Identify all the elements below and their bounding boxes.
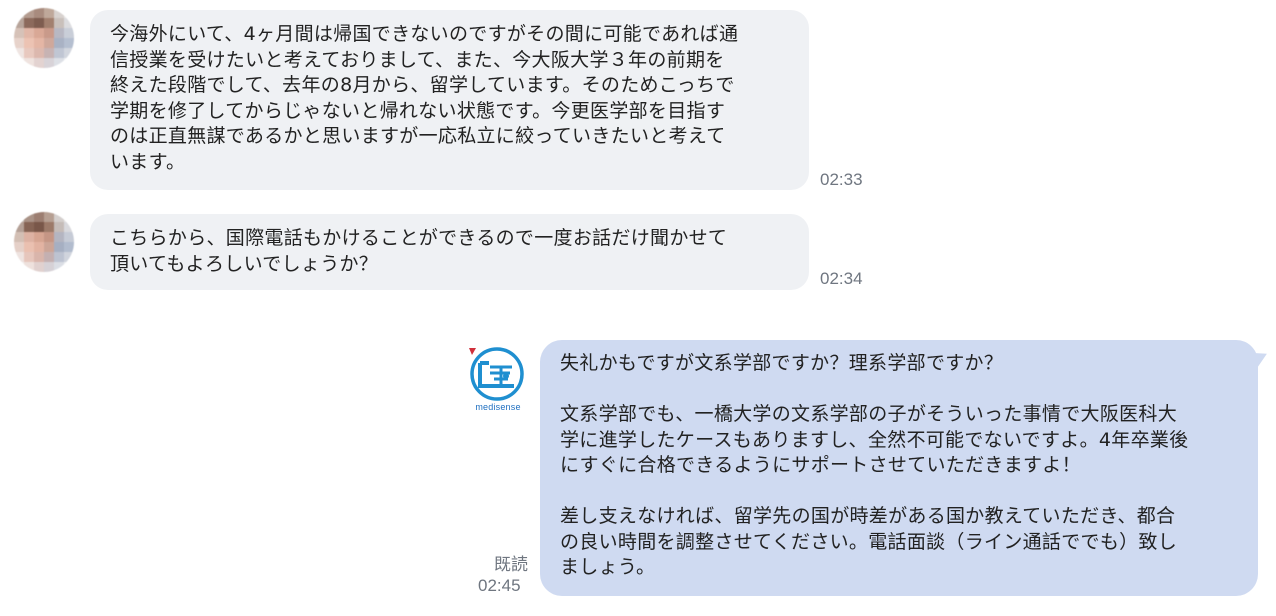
medisense-logo-icon[interactable]: medisense — [466, 346, 530, 416]
message-text-line — [560, 479, 1240, 505]
message-text-line: 学に進学したケースもありますし、全然不可能でないですよ。4年卒業後 — [560, 428, 1189, 451]
outgoing-message-bubble[interactable]: 失礼かもですが文系学部ですか？理系学部ですか？ 文系学部でも、一橋大学の文系学部… — [540, 340, 1258, 596]
message-text-line: 今海外にいて、4ヶ月間は帰国できないのですがその間に可能であれば通 — [110, 23, 739, 45]
message-text-line — [560, 377, 1240, 403]
incoming-message-bubble[interactable]: こちらから、国際電話もかけることができるので一度お話だけ聞かせて 頂いてもよろし… — [90, 214, 809, 290]
message-text-line: のは正直無謀であるかと思いますが一応私立に絞っていきたいと考えて — [110, 125, 726, 147]
message-text-line: 終えた段階でして、去年の8月から、留学しています。そのためこっちで — [110, 74, 735, 96]
message-text-line: の良い時間を調整させてください。電話面談（ライン通話ででも）致し — [560, 530, 1178, 553]
message-text-line: 失礼かもですが文系学部ですか？理系学部ですか？ — [560, 352, 1004, 374]
message-timestamp: 02:34 — [820, 269, 863, 288]
message-text-line: にすぐに合格できるようにサポートさせていただきますよ！ — [560, 454, 1081, 476]
message-timestamp: 02:33 — [820, 170, 863, 189]
message-text-line: 学期を修了してからじゃないと帰れない状態です。今更医学部を目指す — [110, 99, 726, 122]
message-text-line: ましょう。 — [560, 556, 656, 578]
incoming-message-bubble[interactable]: 今海外にいて、4ヶ月間は帰国できないのですがその間に可能であれば通 信授業を受け… — [90, 10, 809, 190]
message-text-line: 文系学部でも、一橋大学の文系学部の子がそういった事情で大阪医科大 — [560, 403, 1178, 425]
message-text-line: こちらから、国際電話もかけることができるので一度お話だけ聞かせて — [110, 227, 728, 249]
message-text-line: います。 — [110, 150, 186, 173]
message-text-line: 信授業を受けたいと考えておりまして、また、今大阪大学３年の前期を — [110, 48, 725, 71]
message-timestamp: 02:45 — [478, 576, 521, 595]
medisense-logo-text: medisense — [475, 402, 521, 412]
message-text-line: 頂いてもよろしいでしょうか？ — [110, 252, 379, 275]
read-receipt: 既読 — [494, 555, 528, 575]
message-text-line: 差し支えなければ、留学先の国が時差がある国か教えていただき、都合 — [560, 505, 1176, 527]
sender-avatar[interactable] — [14, 8, 74, 68]
sender-avatar[interactable] — [14, 212, 74, 272]
